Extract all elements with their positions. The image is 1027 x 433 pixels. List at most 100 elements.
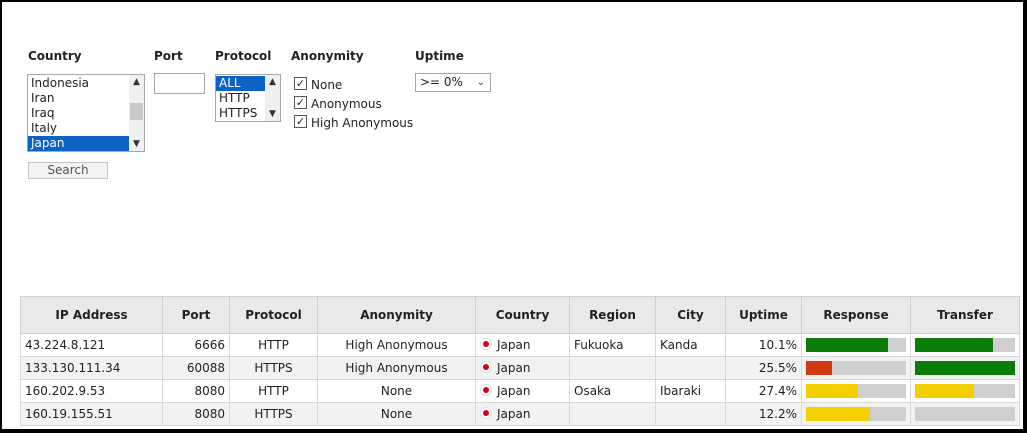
header-region[interactable]: Region bbox=[569, 296, 656, 334]
cell-response bbox=[801, 333, 911, 357]
japan-flag-icon bbox=[480, 361, 492, 373]
uptime-select[interactable]: >= 0% ⌄ bbox=[415, 73, 491, 92]
anonymity-anonymous-label: Anonymous bbox=[311, 97, 382, 111]
cell-protocol: HTTPS bbox=[229, 402, 318, 426]
uptime-value: >= 0% bbox=[420, 75, 463, 89]
cell-region bbox=[569, 402, 656, 426]
country-name: Japan bbox=[497, 361, 531, 375]
cell-region: Osaka bbox=[569, 379, 656, 403]
japan-flag-icon bbox=[480, 338, 492, 350]
table-row[interactable]: 160.202.9.53 8080 HTTP None Japan Osaka … bbox=[20, 379, 1020, 403]
protocol-label: Protocol bbox=[215, 49, 272, 63]
proxy-list-panel: Country Port Protocol Anonymity Uptime I… bbox=[2, 2, 1023, 429]
header-port[interactable]: Port bbox=[162, 296, 230, 334]
transfer-bar bbox=[915, 361, 1015, 375]
cell-response bbox=[801, 356, 911, 380]
cell-protocol: HTTP bbox=[229, 333, 318, 357]
response-bar-fill bbox=[806, 384, 858, 398]
country-scrollbar[interactable]: ▲ ▼ bbox=[129, 75, 144, 151]
table-row[interactable]: 160.19.155.51 8080 HTTPS None Japan 12.2… bbox=[20, 402, 1020, 426]
cell-uptime: 10.1% bbox=[725, 333, 802, 357]
header-response[interactable]: Response bbox=[801, 296, 911, 334]
header-anonymity[interactable]: Anonymity bbox=[317, 296, 476, 334]
anonymity-high-checkbox[interactable]: ✓ bbox=[294, 115, 307, 128]
header-uptime[interactable]: Uptime bbox=[725, 296, 802, 334]
response-bar bbox=[806, 338, 906, 352]
header-ip-address[interactable]: IP Address bbox=[20, 296, 163, 334]
protocol-scrollbar[interactable]: ▲ ▼ bbox=[265, 75, 280, 121]
table-row[interactable]: 133.130.111.34 60088 HTTPS High Anonymou… bbox=[20, 356, 1020, 380]
response-bar-fill bbox=[806, 361, 832, 375]
cell-response bbox=[801, 379, 911, 403]
country-option[interactable]: Indonesia bbox=[28, 76, 129, 91]
cell-protocol: HTTPS bbox=[229, 356, 318, 380]
scroll-up-icon[interactable]: ▲ bbox=[129, 75, 144, 89]
anonymity-none-label: None bbox=[311, 78, 343, 92]
cell-ip: 133.130.111.34 bbox=[20, 356, 163, 380]
scroll-down-icon[interactable]: ▼ bbox=[129, 137, 144, 151]
header-protocol[interactable]: Protocol bbox=[229, 296, 318, 334]
scroll-thumb[interactable] bbox=[130, 103, 143, 120]
transfer-bar bbox=[915, 384, 1015, 398]
cell-uptime: 25.5% bbox=[725, 356, 802, 380]
cell-port: 6666 bbox=[162, 333, 230, 357]
country-option-selected[interactable]: Japan bbox=[28, 136, 129, 151]
protocol-option[interactable]: HTTP bbox=[216, 91, 265, 106]
uptime-label: Uptime bbox=[415, 49, 464, 63]
transfer-bar bbox=[915, 407, 1015, 421]
table-header-row: IP Address Port Protocol Anonymity Count… bbox=[20, 296, 1020, 334]
header-transfer[interactable]: Transfer bbox=[910, 296, 1020, 334]
protocol-option[interactable]: HTTPS bbox=[216, 106, 265, 121]
response-bar bbox=[806, 361, 906, 375]
port-label: Port bbox=[154, 49, 183, 63]
cell-port: 8080 bbox=[162, 379, 230, 403]
cell-ip: 160.202.9.53 bbox=[20, 379, 163, 403]
transfer-bar-fill bbox=[915, 361, 1015, 375]
country-name: Japan bbox=[497, 384, 531, 398]
country-option[interactable]: Iraq bbox=[28, 106, 129, 121]
transfer-bar-fill bbox=[915, 338, 993, 352]
cell-country: Japan bbox=[475, 333, 570, 357]
anonymity-label: Anonymity bbox=[291, 49, 364, 63]
header-country[interactable]: Country bbox=[475, 296, 570, 334]
cell-transfer bbox=[910, 333, 1020, 357]
country-label: Country bbox=[28, 49, 82, 63]
cell-anonymity: None bbox=[317, 402, 476, 426]
cell-anonymity: High Anonymous bbox=[317, 333, 476, 357]
cell-region bbox=[569, 356, 656, 380]
cell-anonymity: High Anonymous bbox=[317, 356, 476, 380]
japan-flag-icon bbox=[480, 384, 492, 396]
cell-transfer bbox=[910, 402, 1020, 426]
japan-flag-icon bbox=[480, 407, 492, 419]
cell-response bbox=[801, 402, 911, 426]
scroll-up-icon[interactable]: ▲ bbox=[265, 75, 280, 89]
country-listbox[interactable]: Indonesia Iran Iraq Italy Japan ▲ ▼ bbox=[27, 74, 145, 152]
port-input[interactable] bbox=[154, 73, 205, 94]
proxy-table: IP Address Port Protocol Anonymity Count… bbox=[20, 296, 1020, 426]
cell-transfer bbox=[910, 356, 1020, 380]
scroll-down-icon[interactable]: ▼ bbox=[265, 107, 280, 121]
protocol-option-selected[interactable]: ALL bbox=[216, 76, 265, 91]
cell-region: Fukuoka bbox=[569, 333, 656, 357]
country-name: Japan bbox=[497, 338, 531, 352]
cell-country: Japan bbox=[475, 379, 570, 403]
response-bar-fill bbox=[806, 407, 870, 421]
cell-uptime: 12.2% bbox=[725, 402, 802, 426]
header-city[interactable]: City bbox=[655, 296, 726, 334]
anonymity-anonymous-checkbox[interactable]: ✓ bbox=[294, 96, 307, 109]
chevron-down-icon: ⌄ bbox=[476, 77, 485, 88]
cell-city bbox=[655, 402, 726, 426]
cell-ip: 43.224.8.121 bbox=[20, 333, 163, 357]
country-option[interactable]: Iran bbox=[28, 91, 129, 106]
cell-city: Ibaraki bbox=[655, 379, 726, 403]
protocol-listbox[interactable]: ALL HTTP HTTPS ▲ ▼ bbox=[215, 74, 281, 122]
country-option[interactable]: Italy bbox=[28, 121, 129, 136]
table-row[interactable]: 43.224.8.121 6666 HTTP High Anonymous Ja… bbox=[20, 333, 1020, 357]
cell-country: Japan bbox=[475, 356, 570, 380]
anonymity-none-checkbox[interactable]: ✓ bbox=[294, 77, 307, 90]
cell-country: Japan bbox=[475, 402, 570, 426]
country-name: Japan bbox=[497, 407, 531, 421]
cell-port: 60088 bbox=[162, 356, 230, 380]
search-button[interactable]: Search bbox=[28, 162, 108, 179]
response-bar bbox=[806, 384, 906, 398]
